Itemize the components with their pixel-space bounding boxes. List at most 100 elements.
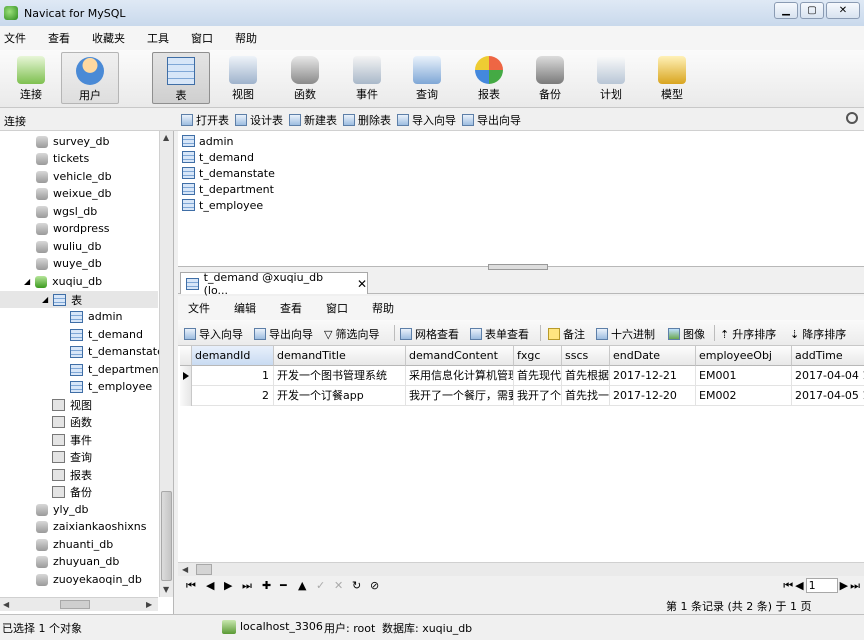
next-record-icon[interactable]: ▶ bbox=[224, 579, 232, 592]
design-table-button[interactable]: 设计表 bbox=[235, 112, 283, 128]
first-page-icon[interactable]: ⏮ bbox=[783, 579, 793, 593]
tree-tables-node[interactable]: ◢ 表 bbox=[42, 291, 82, 308]
maximize-button[interactable]: ▢ bbox=[800, 2, 824, 19]
menu-tools[interactable]: 工具 bbox=[143, 30, 181, 46]
sort-ascending-button[interactable]: ⇡ 升序排序 bbox=[720, 326, 776, 342]
import-wizard-button[interactable]: 导入向导 bbox=[397, 112, 456, 128]
tree-db-tickets[interactable]: tickets bbox=[36, 150, 89, 167]
tree-horizontal-scrollbar[interactable]: ◀ ▶ bbox=[0, 597, 158, 611]
collapse-arrow-icon[interactable]: ◢ bbox=[24, 277, 30, 286]
tree-events-node[interactable]: 事件 bbox=[52, 431, 92, 448]
table-cell[interactable]: 2017-04-04 18 bbox=[792, 366, 864, 386]
image-button[interactable]: 图像 bbox=[668, 326, 705, 342]
data-import-wizard-button[interactable]: 导入向导 bbox=[184, 326, 243, 342]
table-cell[interactable]: 开发一个图书管理系统 bbox=[274, 366, 406, 386]
tree-db-zhuyuan_db[interactable]: zhuyuan_db bbox=[36, 553, 119, 570]
table-cell[interactable]: 采用信息化计算机管理 bbox=[406, 366, 514, 386]
collapse-arrow-icon[interactable]: ◢ bbox=[42, 295, 48, 304]
last-record-icon[interactable]: ⏭ bbox=[242, 579, 252, 593]
table-menu-help[interactable]: 帮助 bbox=[372, 300, 394, 316]
delete-record-icon[interactable]: ━ bbox=[280, 579, 287, 592]
scroll-up-arrow-icon[interactable]: ▲ bbox=[163, 133, 169, 142]
refresh-icon[interactable]: ↻ bbox=[352, 579, 361, 592]
form-view-button[interactable]: 表单查看 bbox=[470, 326, 529, 342]
last-page-icon[interactable]: ⏭ bbox=[850, 579, 860, 593]
menu-window[interactable]: 窗口 bbox=[187, 30, 225, 46]
table-cell[interactable]: 首先根据需 bbox=[562, 366, 610, 386]
previous-page-icon[interactable]: ◀ bbox=[795, 579, 803, 592]
table-cell[interactable]: 2 bbox=[192, 386, 274, 406]
tab-t_demand[interactable]: t_demand @xuqiu_db (lo... ✕ bbox=[180, 271, 368, 297]
data-export-wizard-button[interactable]: 导出向导 bbox=[254, 326, 313, 342]
object-item-t_department[interactable]: t_department bbox=[182, 181, 274, 197]
tree-db-zaixiankaoshixns[interactable]: zaixiankaoshixns bbox=[36, 518, 146, 535]
tab-close-icon[interactable]: ✕ bbox=[357, 277, 367, 291]
menu-favorites[interactable]: 收藏夹 bbox=[88, 30, 137, 46]
model-button[interactable]: 模型 bbox=[643, 52, 701, 104]
event-button[interactable]: 事件 bbox=[338, 52, 396, 104]
cancel-edit-icon[interactable]: ✕ bbox=[334, 579, 343, 592]
sort-descending-button[interactable]: ⇣ 降序排序 bbox=[790, 326, 846, 342]
table-cell[interactable]: 我开了一个餐厅，需要 bbox=[406, 386, 514, 406]
hex-button[interactable]: 十六进制 bbox=[596, 326, 655, 342]
memo-button[interactable]: 备注 bbox=[548, 326, 585, 342]
backup-button[interactable]: 备份 bbox=[521, 52, 579, 104]
table-menu-edit[interactable]: 编辑 bbox=[234, 300, 256, 316]
first-record-icon[interactable]: ⏮ bbox=[186, 579, 196, 593]
tree-table-t_department[interactable]: t_department bbox=[70, 361, 163, 378]
table-cell[interactable]: 首先找一个 bbox=[562, 386, 610, 406]
column-header-endDate[interactable]: endDate bbox=[610, 346, 696, 366]
tree-db-yly_db[interactable]: yly_db bbox=[36, 501, 89, 518]
filter-wizard-button[interactable]: ▽ 筛选向导 bbox=[324, 326, 379, 342]
table-cell[interactable]: 2017-04-05 12 bbox=[792, 386, 864, 406]
open-table-button[interactable]: 打开表 bbox=[181, 112, 229, 128]
add-record-icon[interactable]: ✚ bbox=[262, 579, 271, 592]
tree-scroll-thumb[interactable] bbox=[161, 491, 172, 581]
row-header[interactable] bbox=[180, 386, 192, 406]
column-header-demandId[interactable]: demandId bbox=[192, 346, 274, 366]
grid-horizontal-scrollbar[interactable]: ◀ bbox=[178, 562, 864, 576]
column-header-addTime[interactable]: addTime bbox=[792, 346, 864, 366]
page-number-input[interactable]: 1 bbox=[805, 578, 838, 593]
tree-functions-node[interactable]: 函数 bbox=[52, 413, 92, 430]
scroll-down-arrow-icon[interactable]: ▼ bbox=[163, 585, 169, 594]
confirm-edit-icon[interactable]: ✓ bbox=[316, 579, 325, 592]
tree-db-vehicle_db[interactable]: vehicle_db bbox=[36, 168, 112, 185]
table-cell[interactable]: EM002 bbox=[696, 386, 792, 406]
column-header-sscs[interactable]: sscs bbox=[562, 346, 610, 366]
tree-table-t_employee[interactable]: t_employee bbox=[70, 378, 152, 395]
column-header-employeeObj[interactable]: employeeObj bbox=[696, 346, 792, 366]
table-cell[interactable]: 开发一个订餐app bbox=[274, 386, 406, 406]
menu-view[interactable]: 查看 bbox=[44, 30, 82, 46]
tree-table-admin[interactable]: admin bbox=[70, 308, 122, 325]
table-menu-view[interactable]: 查看 bbox=[280, 300, 302, 316]
column-header-demandContent[interactable]: demandContent bbox=[406, 346, 514, 366]
search-icon[interactable] bbox=[846, 112, 858, 124]
tree-reports-node[interactable]: 报表 bbox=[52, 466, 92, 483]
scroll-right-arrow-icon[interactable]: ▶ bbox=[146, 600, 152, 609]
tree-vertical-scrollbar[interactable]: ▲ ▼ bbox=[159, 131, 173, 597]
tree-table-t_demand[interactable]: t_demand bbox=[70, 326, 143, 343]
table-menu-file[interactable]: 文件 bbox=[188, 300, 210, 316]
tree-db-survey_db[interactable]: survey_db bbox=[36, 133, 109, 150]
table-menu-window[interactable]: 窗口 bbox=[326, 300, 348, 316]
stop-icon[interactable]: ⊘ bbox=[370, 579, 379, 592]
query-button[interactable]: 查询 bbox=[398, 52, 456, 104]
report-button[interactable]: 报表 bbox=[460, 52, 518, 104]
column-header-fxgc[interactable]: fxgc bbox=[514, 346, 562, 366]
close-button[interactable]: ✕ bbox=[826, 2, 860, 19]
object-item-t_employee[interactable]: t_employee bbox=[182, 197, 263, 213]
export-wizard-button[interactable]: 导出向导 bbox=[462, 112, 521, 128]
new-table-button[interactable]: 新建表 bbox=[289, 112, 337, 128]
table-cell[interactable]: 2017-12-21 bbox=[610, 366, 696, 386]
view-button[interactable]: 视图 bbox=[214, 52, 272, 104]
tree-table-t_demanstate[interactable]: t_demanstate bbox=[70, 343, 164, 360]
table-cell[interactable]: 我开了个餐 bbox=[514, 386, 562, 406]
menu-help[interactable]: 帮助 bbox=[231, 30, 269, 46]
tree-db-zuoyekaoqin_db[interactable]: zuoyekaoqin_db bbox=[36, 571, 142, 588]
connection-button[interactable]: 连接 bbox=[2, 52, 60, 104]
scroll-left-arrow-icon[interactable]: ◀ bbox=[182, 565, 188, 574]
table-cell[interactable]: 2017-12-20 bbox=[610, 386, 696, 406]
tree-views-node[interactable]: 视图 bbox=[52, 396, 92, 413]
minimize-button[interactable]: ▁ bbox=[774, 2, 798, 19]
